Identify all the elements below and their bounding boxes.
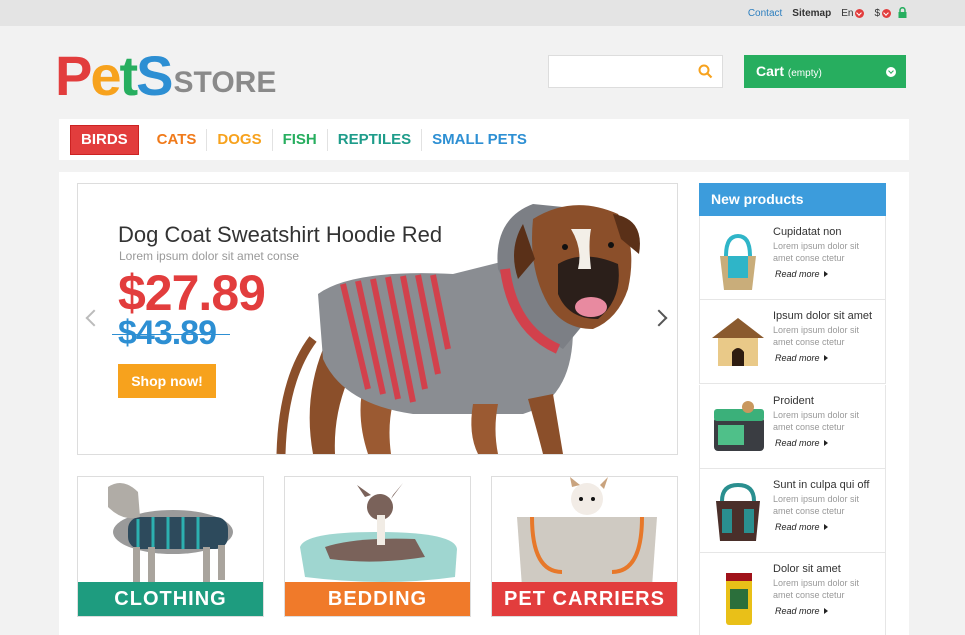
logo-letter-p: P [55, 44, 92, 107]
logo[interactable]: P e t S STORE [55, 44, 277, 107]
lock-icon[interactable] [898, 7, 907, 18]
logo-store: STORE [173, 66, 277, 99]
product-desc: Lorem ipsum dolor sit amet conse ctetur [773, 494, 860, 516]
carrier-thumbnail [714, 401, 764, 451]
product-item[interactable]: Sunt in culpa qui off Lorem ipsum dolor … [699, 469, 886, 553]
cart-button[interactable]: Cart (empty) [744, 55, 906, 88]
read-more-link[interactable]: Read more [775, 269, 828, 279]
product-name[interactable]: Proident [773, 395, 814, 407]
logo-letter-t: t [119, 44, 139, 107]
hero-slider[interactable]: Dog Coat Sweatshirt Hoodie Red Lorem ips… [77, 183, 678, 455]
product-item[interactable]: Dolor sit amet Lorem ipsum dolor sit ame… [699, 553, 886, 635]
product-item[interactable]: Ipsum dolor sit amet Lorem ipsum dolor s… [699, 300, 886, 384]
nav-item-small-pets[interactable]: SMALL PETS [422, 129, 537, 151]
product-desc: Lorem ipsum dolor sit amet conse ctetur [773, 578, 860, 600]
language-selector[interactable]: En [841, 8, 865, 19]
chevron-down-icon [855, 9, 865, 18]
search-input[interactable] [555, 56, 695, 87]
category-tile-clothing[interactable]: CLOTHING [77, 476, 264, 617]
logo-letter-s: S [136, 44, 173, 107]
read-more-link[interactable]: Read more [775, 522, 828, 532]
product-desc: Lorem ipsum dolor sit amet conse ctetur [773, 410, 860, 432]
chevron-down-icon [882, 9, 891, 18]
search-icon[interactable] [698, 64, 713, 79]
nav-item-reptiles[interactable]: REPTILES [328, 128, 423, 151]
cart-label: Cart (empty) [756, 63, 822, 79]
cart-status: (empty) [787, 68, 822, 79]
category-label: CLOTHING [78, 582, 263, 616]
boxer-dog-image [276, 204, 640, 454]
category-tile-pet-carriers[interactable]: PET CARRIERS [491, 476, 678, 617]
top-bar: Contact Sitemap En $ [0, 0, 965, 26]
old-price-strike [112, 334, 230, 335]
new-products-heading: New products [699, 183, 886, 216]
slider-next-icon[interactable] [650, 309, 668, 327]
category-label: PET CARRIERS [492, 582, 677, 616]
product-desc: Lorem ipsum dolor sit amet conse ctetur [773, 241, 860, 263]
bag-thumbnail [720, 233, 756, 290]
nav-item-fish[interactable]: FISH [273, 128, 328, 151]
sitemap-link[interactable]: Sitemap [792, 8, 831, 19]
product-name[interactable]: Dolor sit amet [773, 563, 841, 575]
product-name[interactable]: Cupidatat non [773, 226, 842, 238]
product-name[interactable]: Sunt in culpa qui off [773, 479, 869, 491]
product-item[interactable]: Proident Lorem ipsum dolor sit amet cons… [699, 385, 886, 469]
slider-prev-icon[interactable] [85, 309, 103, 327]
bedding-dog-image [300, 483, 457, 582]
contact-link[interactable]: Contact [748, 8, 782, 19]
product-item[interactable]: Cupidatat non Lorem ipsum dolor sit amet… [699, 216, 886, 300]
read-more-link[interactable]: Read more [775, 353, 828, 363]
category-label: BEDDING [285, 582, 470, 616]
category-nav: BIRDS CATS DOGS FISH REPTILES SMALL PETS [59, 119, 909, 160]
nav-item-cats[interactable]: CATS [147, 128, 208, 151]
nav-item-birds[interactable]: BIRDS [70, 124, 139, 155]
read-more-link[interactable]: Read more [775, 438, 828, 448]
nav-item-dogs[interactable]: DOGS [207, 128, 273, 151]
tool-bag-thumbnail [716, 482, 760, 541]
language-label: En [841, 8, 854, 19]
doghouse-thumbnail [712, 318, 764, 366]
currency-label: $ [874, 8, 880, 19]
shop-now-button[interactable]: Shop now! [118, 364, 216, 398]
product-desc: Lorem ipsum dolor sit amet conse ctetur [773, 325, 860, 347]
read-more-link[interactable]: Read more [775, 606, 828, 616]
fish-food-thumbnail [726, 573, 752, 625]
logo-letter-e: e [90, 44, 121, 107]
carrier-bag-image [517, 477, 657, 587]
category-tile-bedding[interactable]: BEDDING [284, 476, 471, 617]
chevron-down-icon [886, 67, 896, 77]
product-name[interactable]: Ipsum dolor sit amet [773, 310, 872, 322]
search-box[interactable] [548, 55, 723, 88]
currency-selector[interactable]: $ [874, 8, 891, 19]
clothing-dog-image [108, 483, 233, 582]
